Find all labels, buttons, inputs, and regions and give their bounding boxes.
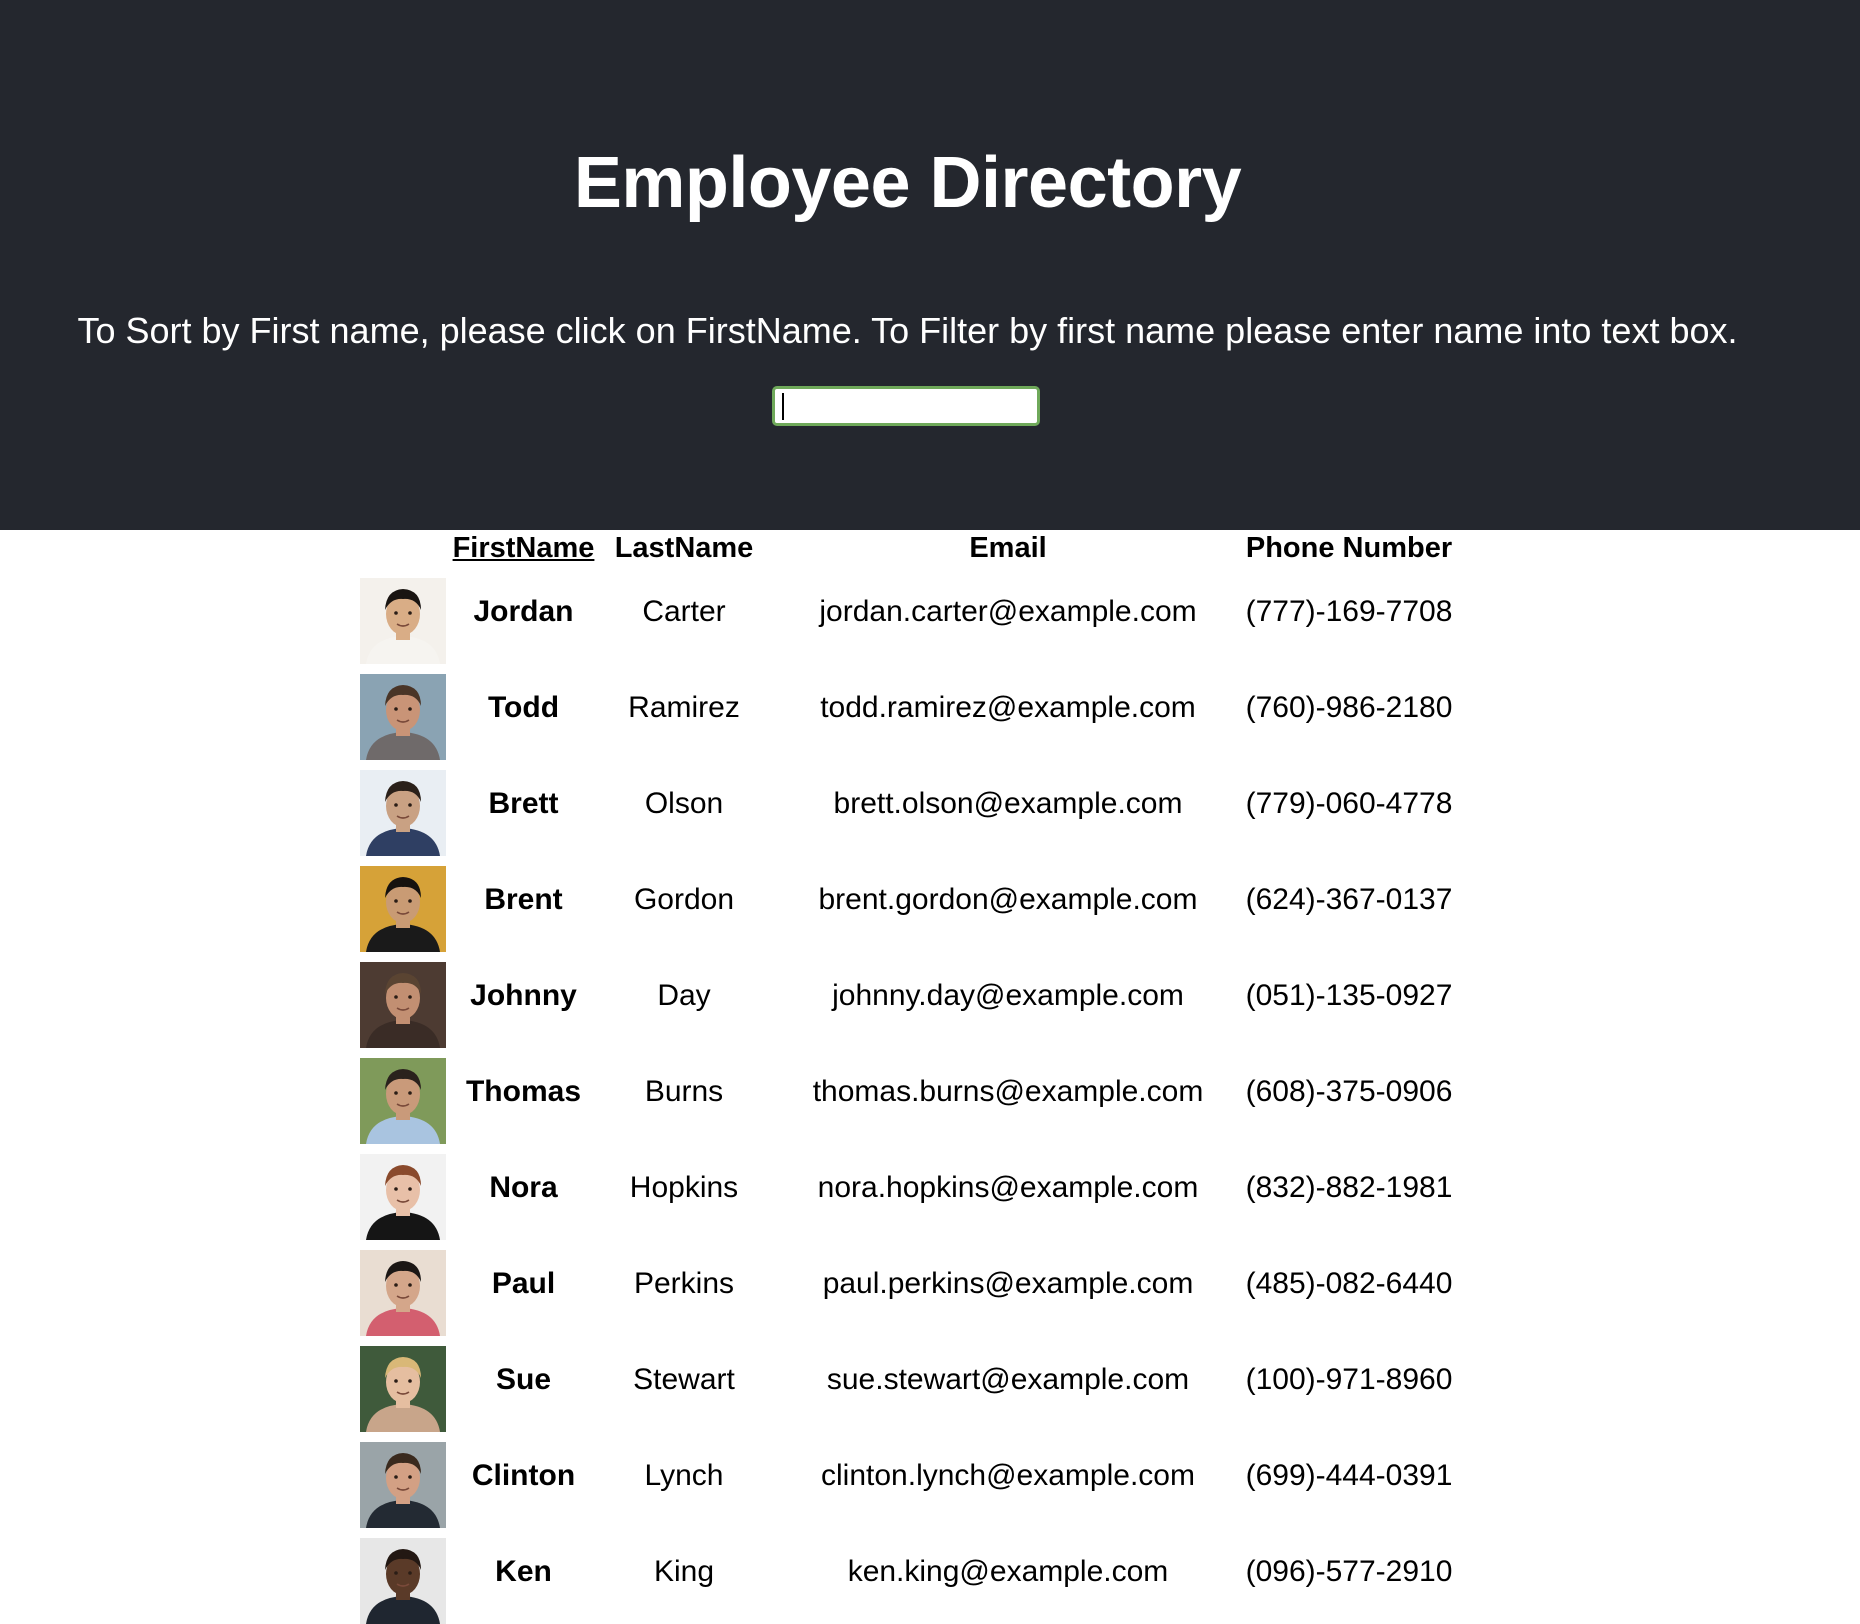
last-name-cell: Day [657, 979, 711, 1012]
email-cell: ken.king@example.com [847, 1555, 1169, 1588]
employee-avatar-image [360, 770, 446, 856]
last-name-cell: Lynch [644, 1459, 724, 1492]
last-name-cell: Hopkins [629, 1171, 739, 1204]
page-header: Employee Directory To Sort by First name… [0, 0, 1860, 530]
phone-number-cell: (051)-135-0927 [1245, 979, 1453, 1012]
table-row: Johnny Day johnny.day@example.com (051)-135… [0, 950, 1860, 1048]
first-name-cell: Jordan [473, 595, 574, 628]
phone-number-cell: (760)-986-2180 [1245, 691, 1453, 724]
firstname-sort-header[interactable]: FirstName [452, 530, 595, 566]
email-cell: clinton.lynch@example.com [821, 1459, 1195, 1492]
employee-avatar-image [360, 1442, 446, 1528]
employee-avatar-image [360, 1058, 446, 1144]
phone-number-cell: (779)-060-4778 [1245, 787, 1453, 820]
phone-number-cell: (777)-169-7708 [1245, 595, 1453, 628]
employee-avatar-image [360, 1250, 446, 1336]
email-cell: thomas.burns@example.com [812, 1075, 1204, 1108]
email-cell: brett.olson@example.com [833, 787, 1183, 820]
employee-avatar-image [360, 674, 446, 760]
phone-number-cell: (624)-367-0137 [1245, 883, 1453, 916]
table-row: Ken King ken.king@example.com (096)-577-291… [0, 1526, 1860, 1624]
email-cell: sue.stewart@example.com [826, 1363, 1190, 1396]
last-name-cell: Burns [644, 1075, 724, 1108]
first-name-cell: Ken [495, 1555, 552, 1588]
first-name-cell: Sue [495, 1363, 552, 1396]
table-row: Clinton Lynch clinton.lynch@example.com (69… [0, 1430, 1860, 1528]
email-cell: nora.hopkins@example.com [817, 1171, 1199, 1204]
first-name-cell: Clinton [471, 1459, 576, 1492]
email-cell: brent.gordon@example.com [818, 883, 1198, 916]
last-name-cell: King [653, 1555, 715, 1588]
employee-avatar-image [360, 578, 446, 664]
first-name-cell: Nora [489, 1171, 558, 1204]
first-name-cell: Brent [484, 883, 563, 916]
phone-number-cell: (608)-375-0906 [1245, 1075, 1453, 1108]
email-cell: paul.perkins@example.com [822, 1267, 1194, 1300]
phone-number-cell: (100)-971-8960 [1245, 1363, 1453, 1396]
instructions-text: To Sort by First name, please click on F… [77, 310, 1738, 351]
email-cell: todd.ramirez@example.com [820, 691, 1196, 724]
lastname-column-header: LastName [614, 532, 754, 564]
filter-first-name-input[interactable] [772, 386, 1040, 426]
first-name-cell: Paul [491, 1267, 556, 1300]
table-row: Brent Gordon brent.gordon@example.com (624)… [0, 854, 1860, 952]
last-name-cell: Carter [642, 595, 726, 628]
table-header-row: FirstName LastName Email Phone Number [0, 530, 1860, 566]
email-column-header: Email [969, 532, 1047, 564]
phone-number-cell: (485)-082-6440 [1245, 1267, 1453, 1300]
first-name-cell: Thomas [465, 1075, 582, 1108]
last-name-cell: Ramirez [628, 691, 740, 724]
table-row: Thomas Burns thomas.burns@example.com (608)… [0, 1046, 1860, 1144]
first-name-cell: Brett [488, 787, 559, 820]
table-row: Todd Ramirez todd.ramirez@example.com (760)… [0, 662, 1860, 760]
table-row: Sue Stewart sue.stewart@example.com (100)-9… [0, 1334, 1860, 1432]
phone-column-header: Phone Number [1245, 532, 1453, 564]
email-cell: jordan.carter@example.com [819, 595, 1197, 628]
table-row: Brett Olson brett.olson@example.com (779)-0… [0, 758, 1860, 856]
table-row: Jordan Carter jordan.carter@example.com (77… [0, 566, 1860, 664]
last-name-cell: Gordon [633, 883, 735, 916]
employee-avatar-image [360, 962, 446, 1048]
table-row: Paul Perkins paul.perkins@example.com (485)… [0, 1238, 1860, 1336]
phone-number-cell: (832)-882-1981 [1245, 1171, 1453, 1204]
employee-avatar-image [360, 1346, 446, 1432]
last-name-cell: Stewart [633, 1363, 735, 1396]
employee-avatar-image [360, 1154, 446, 1240]
last-name-cell: Perkins [633, 1267, 735, 1300]
first-name-cell: Todd [487, 691, 560, 724]
phone-number-cell: (096)-577-2910 [1245, 1555, 1453, 1588]
employee-avatar-image [360, 1538, 446, 1624]
first-name-cell: Johnny [470, 979, 577, 1012]
text-cursor [782, 393, 784, 420]
employee-avatar-image [360, 866, 446, 952]
phone-number-cell: (699)-444-0391 [1245, 1459, 1453, 1492]
email-cell: johnny.day@example.com [832, 979, 1184, 1012]
page-title: Employee Directory [573, 143, 1242, 223]
last-name-cell: Olson [644, 787, 724, 820]
table-row: Nora Hopkins nora.hopkins@example.com (832)… [0, 1142, 1860, 1240]
